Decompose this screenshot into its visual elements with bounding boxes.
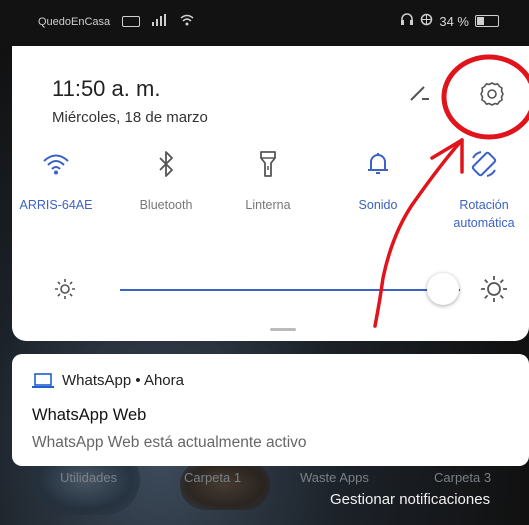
drag-handle[interactable] <box>270 328 296 331</box>
battery-icon <box>475 15 499 27</box>
date-label[interactable]: Miércoles, 18 de marzo <box>52 109 208 126</box>
tile-label: ARRIS-64AE <box>19 198 93 212</box>
notification-body: WhatsApp Web está actualmente activo <box>32 434 307 451</box>
battery-percent: 34 % <box>439 13 469 29</box>
whatsapp-notification[interactable]: WhatsApp • Ahora WhatsApp Web WhatsApp W… <box>12 354 529 466</box>
bluetooth-icon <box>126 146 206 182</box>
quick-settings-panel: 11:50 a. m. Miércoles, 18 de marzo ARRIS… <box>12 46 529 341</box>
home-label: Utilidades <box>60 470 118 485</box>
clock: 11:50 a. m. <box>52 76 161 101</box>
manage-notifications-button[interactable]: Gestionar notificaciones <box>330 491 490 508</box>
notification-app-line: WhatsApp • Ahora <box>62 372 184 389</box>
slider-track[interactable] <box>120 289 460 291</box>
tile-bluetooth[interactable]: Bluetooth <box>126 146 206 215</box>
wallpaper-figure <box>180 460 270 510</box>
tile-auto-rotate[interactable]: Rotación automática <box>444 146 524 232</box>
data-saver-icon <box>420 13 433 29</box>
tile-label: Linterna <box>245 198 291 212</box>
tile-flashlight[interactable]: Linterna <box>228 146 308 215</box>
brightness-low-icon <box>54 278 76 305</box>
flashlight-icon <box>228 146 308 182</box>
tile-label: Bluetooth <box>139 198 193 212</box>
carrier-label: QuedoEnCasa <box>38 15 111 28</box>
slider-thumb[interactable] <box>427 273 459 305</box>
brightness-high-icon <box>480 275 508 308</box>
status-bar: QuedoEnCasa 34 % <box>0 0 529 46</box>
tile-label: Rotación automática <box>453 198 515 230</box>
home-label: Waste Apps <box>300 470 369 485</box>
brightness-slider[interactable] <box>12 271 529 311</box>
home-label: Carpeta 1 <box>184 470 242 485</box>
wifi-icon <box>16 146 96 182</box>
bell-icon <box>338 146 418 182</box>
headset-icon <box>400 13 414 29</box>
tile-wifi[interactable]: ARRIS-64AE <box>16 146 96 215</box>
settings-gear-icon[interactable] <box>479 81 505 112</box>
signal-icon <box>152 14 168 29</box>
rotation-icon <box>444 146 524 182</box>
home-label: Carpeta 3 <box>434 470 492 485</box>
tile-label: Sonido <box>358 198 398 212</box>
sim-icon <box>122 16 141 27</box>
laptop-icon <box>32 373 54 394</box>
edit-icon[interactable] <box>407 80 431 109</box>
notification-title: WhatsApp Web <box>32 406 147 424</box>
wifi-status-icon <box>180 14 194 29</box>
tile-sound[interactable]: Sonido <box>338 146 418 215</box>
